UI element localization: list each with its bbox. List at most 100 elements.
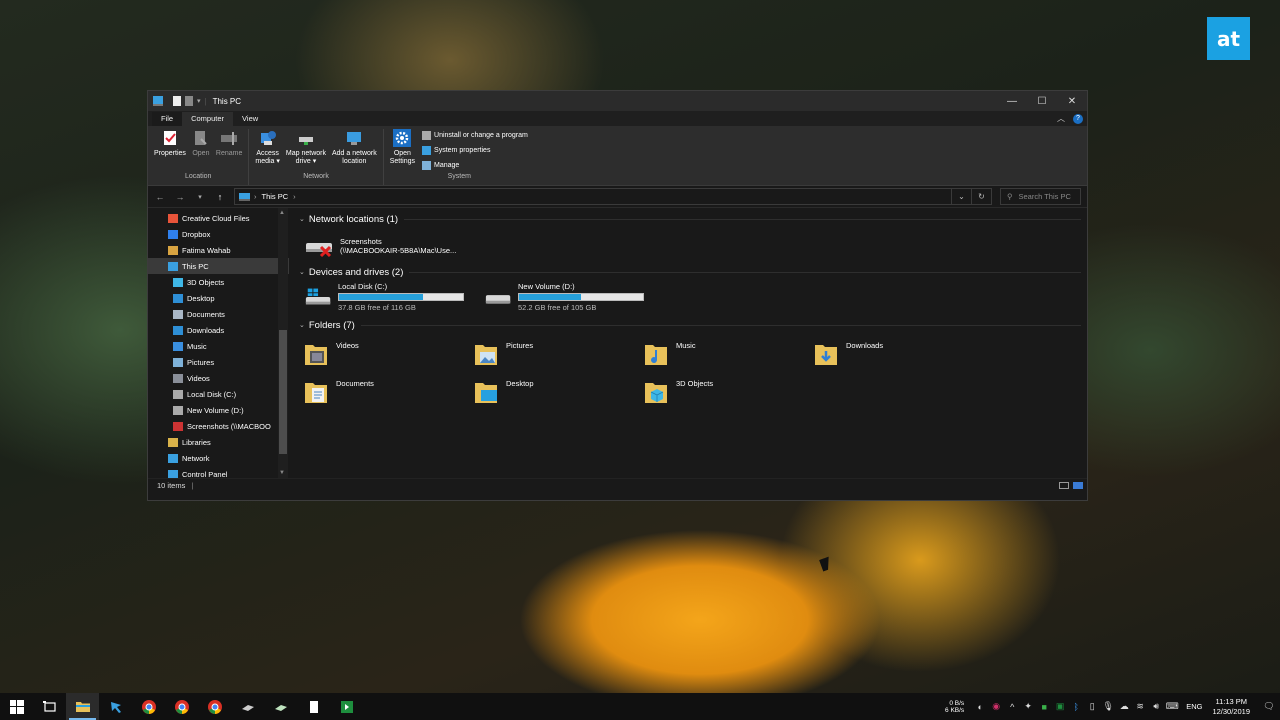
refresh-icon[interactable]: ↻ xyxy=(971,189,991,204)
volume-icon[interactable]: 🔊︎ xyxy=(1148,693,1164,720)
nav-item[interactable]: Downloads xyxy=(148,322,289,338)
taskbar-app-2[interactable] xyxy=(231,693,264,720)
maximize-button[interactable]: ☐ xyxy=(1027,91,1057,111)
large-icons-view-icon[interactable] xyxy=(1073,482,1083,489)
location-group-label: Location xyxy=(184,173,212,180)
rename-button[interactable]: Rename xyxy=(213,129,245,158)
folder-item[interactable]: Downloads xyxy=(814,335,984,373)
nav-item[interactable]: Fatima Wahab xyxy=(148,242,289,258)
help-icon[interactable]: ? xyxy=(1073,113,1083,124)
network-locations-header[interactable]: ⌄ Network locations (1) xyxy=(299,211,1087,227)
quick-access-dropdown-icon[interactable]: ▾ xyxy=(197,97,201,105)
battery-icon[interactable]: ▯ xyxy=(1084,693,1100,720)
add-network-location-button[interactable]: Add a network location xyxy=(329,129,380,166)
access-media-button[interactable]: Access media ▾ xyxy=(252,129,283,166)
recent-locations-icon[interactable]: ▾ xyxy=(194,193,206,201)
up-arrow-icon[interactable]: ↑ xyxy=(214,192,226,202)
devices-and-drives-header[interactable]: ⌄ Devices and drives (2) xyxy=(299,264,1087,280)
nav-item[interactable]: Creative Cloud Files xyxy=(148,210,289,226)
bluetooth-icon[interactable]: ᛒ xyxy=(1068,693,1084,720)
notifications-icon[interactable]: 🗨︎ xyxy=(1258,693,1280,720)
folder-item[interactable]: Music xyxy=(644,335,814,373)
nav-item[interactable]: Music xyxy=(148,338,289,354)
collapse-ribbon-icon[interactable]: ︿ xyxy=(1057,113,1065,124)
taskbar-app-4[interactable] xyxy=(330,693,363,720)
keyboard-icon[interactable]: ⌨ xyxy=(1164,693,1180,720)
address-dropdown-icon[interactable]: ⌄ xyxy=(951,189,971,204)
nav-item[interactable]: Documents xyxy=(148,306,289,322)
nav-scroll-thumb[interactable] xyxy=(279,330,287,454)
taskbar-chrome-1[interactable] xyxy=(132,693,165,720)
nav-item[interactable]: Desktop xyxy=(148,290,289,306)
nav-item[interactable]: Libraries xyxy=(148,434,289,450)
forward-arrow-icon[interactable]: → xyxy=(174,192,186,202)
scroll-up-icon[interactable]: ▲ xyxy=(279,210,285,216)
folder-item[interactable]: Documents xyxy=(304,373,474,411)
nav-item[interactable]: Videos xyxy=(148,370,289,386)
show-hidden-icons-icon[interactable]: ^ xyxy=(1004,693,1020,720)
nav-item[interactable]: Screenshots (\\MACBOO xyxy=(148,418,289,434)
night-light-icon[interactable]: ◐ xyxy=(972,693,988,720)
dropbox-tray-icon[interactable]: ✦ xyxy=(1020,693,1036,720)
microphone-icon[interactable]: 🎙︎ xyxy=(1100,693,1116,720)
minimize-button[interactable]: — xyxy=(997,91,1027,111)
open-settings-button[interactable]: Open Settings xyxy=(387,129,418,166)
drive-item[interactable]: New Volume (D:) 52.2 GB free of 105 GB xyxy=(484,282,644,312)
folder-item[interactable]: Videos xyxy=(304,335,474,373)
properties-quick-icon[interactable] xyxy=(173,96,181,106)
breadcrumb-end-chevron-icon[interactable]: › xyxy=(293,192,296,201)
clock[interactable]: 11:13 PM 12/30/2019 xyxy=(1212,697,1250,717)
nav-item[interactable]: 3D Objects xyxy=(148,274,289,290)
properties-button[interactable]: Properties xyxy=(151,129,189,158)
taskbar-notepad[interactable] xyxy=(297,693,330,720)
manage-button[interactable]: Manage xyxy=(422,159,528,171)
system-properties-button[interactable]: System properties xyxy=(422,144,528,156)
properties-label: Properties xyxy=(154,150,186,157)
breadcrumb-chevron-icon[interactable]: › xyxy=(254,192,257,201)
tab-view[interactable]: View xyxy=(233,112,267,126)
drive-item[interactable]: Local Disk (C:) 37.8 GB free of 116 GB xyxy=(304,282,464,312)
taskbar-file-explorer[interactable] xyxy=(66,693,99,720)
taskbar-chrome-3[interactable] xyxy=(198,693,231,720)
title-bar[interactable]: ▾ | This PC — ☐ ✕ xyxy=(148,91,1087,111)
onedrive-icon[interactable]: ☁ xyxy=(1116,693,1132,720)
uninstall-program-button[interactable]: Uninstall or change a program xyxy=(422,129,528,141)
navigation-pane[interactable]: Creative Cloud Files Dropbox Fatima Wahab T… xyxy=(148,208,289,479)
search-input[interactable]: ⚲ Search This PC xyxy=(1000,188,1081,205)
open-button[interactable]: Open xyxy=(189,129,213,158)
map-network-drive-button[interactable]: Map network drive ▾ xyxy=(283,129,329,166)
nav-item[interactable]: Pictures xyxy=(148,354,289,370)
wifi-icon[interactable]: ≋ xyxy=(1132,693,1148,720)
nav-item[interactable]: This PC xyxy=(148,258,289,274)
folders-header[interactable]: ⌄ Folders (7) xyxy=(299,317,1087,333)
nav-item[interactable]: New Volume (D:) xyxy=(148,402,289,418)
start-button[interactable] xyxy=(0,693,33,720)
breadcrumb-this-pc[interactable]: This PC xyxy=(262,192,289,201)
nav-item[interactable]: Dropbox xyxy=(148,226,289,242)
task-view-button[interactable] xyxy=(33,693,66,720)
search-icon: ⚲ xyxy=(1007,192,1013,201)
folder-item[interactable]: Pictures xyxy=(474,335,644,373)
close-button[interactable]: ✕ xyxy=(1057,91,1087,111)
tab-file[interactable]: File xyxy=(152,112,183,126)
record-icon[interactable]: ◉ xyxy=(988,693,1004,720)
details-view-icon[interactable] xyxy=(1059,482,1069,489)
folder-item[interactable]: 3D Objects xyxy=(644,373,814,411)
scroll-down-icon[interactable]: ▼ xyxy=(279,470,285,476)
nav-item[interactable]: Network xyxy=(148,450,289,466)
language-indicator[interactable]: ENG xyxy=(1186,702,1202,711)
folder-quick-icon[interactable] xyxy=(185,96,193,106)
nav-item[interactable]: Local Disk (C:) xyxy=(148,386,289,402)
taskbar-chrome-2[interactable] xyxy=(165,693,198,720)
network-location-item[interactable]: Screenshots (\\MACBOOKAIR-5B8A\Mac\Use..… xyxy=(304,231,1087,261)
nav-item-label: Dropbox xyxy=(182,229,211,239)
excel-tray-icon[interactable]: ▣ xyxy=(1052,693,1068,720)
back-arrow-icon[interactable]: ← xyxy=(154,192,166,202)
taskbar-app-3[interactable] xyxy=(264,693,297,720)
address-bar[interactable]: › This PC › ⌄ ↻ xyxy=(234,188,992,205)
nav-item-label: Local Disk (C:) xyxy=(187,389,237,399)
taskbar-app-1[interactable] xyxy=(99,693,132,720)
tab-computer[interactable]: Computer xyxy=(182,112,234,126)
folder-item[interactable]: Desktop xyxy=(474,373,644,411)
app-tray-icon[interactable]: ■ xyxy=(1036,693,1052,720)
